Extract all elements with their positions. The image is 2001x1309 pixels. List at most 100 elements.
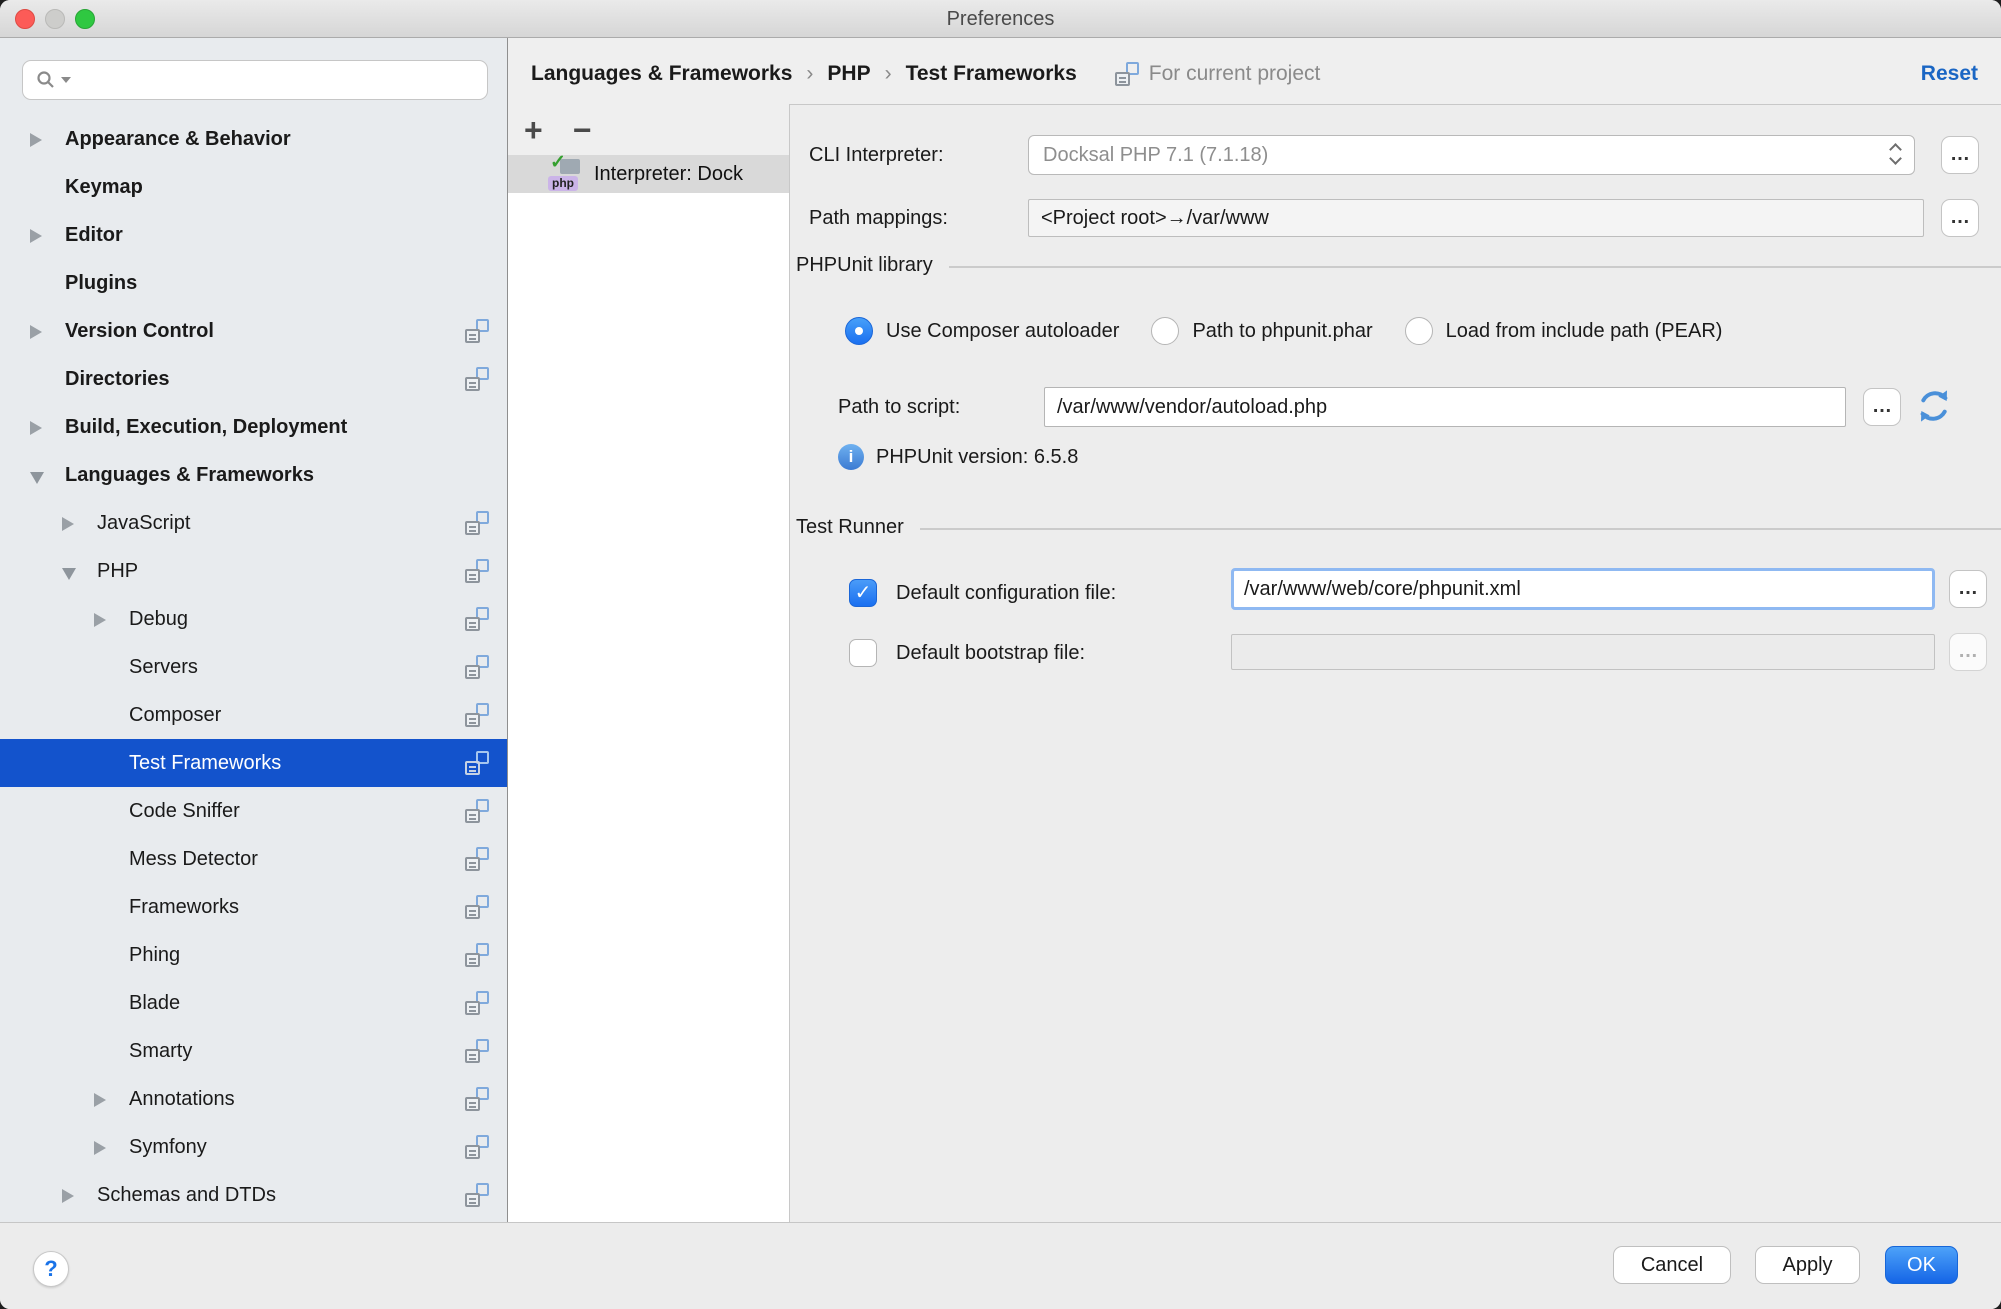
interpreter-item-label: Interpreter: Dock <box>594 163 743 186</box>
sidebar-item-directories[interactable]: Directories <box>0 355 507 403</box>
default-bootstrap-file-label: Default bootstrap file: <box>896 639 1085 667</box>
sidebar-item-composer[interactable]: Composer <box>0 691 507 739</box>
sidebar-item-mess-detector[interactable]: Mess Detector <box>0 835 507 883</box>
sidebar-item-php[interactable]: PHP <box>0 547 507 595</box>
apply-button[interactable]: Apply <box>1755 1246 1860 1284</box>
sidebar-item-frameworks[interactable]: Frameworks <box>0 883 507 931</box>
sidebar-item-label: Appearance & Behavior <box>65 115 291 163</box>
default-bootstrap-file-browse-button[interactable]: … <box>1949 633 1987 671</box>
help-button[interactable]: ? <box>33 1251 69 1287</box>
ok-button[interactable]: OK <box>1885 1246 1958 1284</box>
sidebar-item-annotations[interactable]: Annotations <box>0 1075 507 1123</box>
scope-label: For current project <box>1149 62 1321 86</box>
sidebar-item-label: Languages & Frameworks <box>65 451 314 499</box>
sidebar-item-servers[interactable]: Servers <box>0 643 507 691</box>
phpunit-version-text: PHPUnit version: 6.5.8 <box>876 446 1078 469</box>
radio-load-from-include-path[interactable]: Load from include path (PEAR) <box>1405 317 1723 345</box>
project-scope-icon <box>465 847 489 871</box>
chevron-right-icon[interactable] <box>30 325 42 339</box>
sidebar-item-label: Directories <box>65 355 170 403</box>
interpreter-list-item[interactable]: ✓ php Interpreter: Dock <box>508 155 789 193</box>
sidebar-item-symfony[interactable]: Symfony <box>0 1123 507 1171</box>
radio-use-composer-autoloader[interactable]: Use Composer autoloader <box>845 317 1119 345</box>
chevron-down-icon[interactable] <box>30 472 44 484</box>
sidebar-item-label: JavaScript <box>97 499 190 547</box>
radio-label: Load from include path (PEAR) <box>1446 320 1723 343</box>
sidebar-item-label: Annotations <box>129 1075 235 1123</box>
reset-link[interactable]: Reset <box>1921 62 1978 86</box>
chevron-right-icon[interactable] <box>94 613 106 627</box>
sidebar-item-debug[interactable]: Debug <box>0 595 507 643</box>
search-input[interactable] <box>75 65 487 95</box>
breadcrumb-header: Languages & Frameworks › PHP › Test Fram… <box>508 38 2001 104</box>
sidebar-item-schemas-and-dtds[interactable]: Schemas and DTDs <box>0 1171 507 1219</box>
sidebar-item-label: Smarty <box>129 1027 192 1075</box>
php-badge: php <box>548 176 578 191</box>
sidebar-item-javascript[interactable]: JavaScript <box>0 499 507 547</box>
project-scope-icon <box>1115 62 1139 86</box>
search-options-arrow-icon[interactable] <box>61 76 71 84</box>
path-mappings-field[interactable]: <Project root>→/var/www <box>1028 199 1924 237</box>
breadcrumb-languages-frameworks[interactable]: Languages & Frameworks <box>531 62 792 86</box>
path-to-script-browse-button[interactable]: … <box>1863 388 1901 426</box>
chevron-right-icon[interactable] <box>62 517 74 531</box>
project-scope-icon <box>465 703 489 727</box>
project-scope-icon <box>465 895 489 919</box>
project-scope-icon <box>465 1039 489 1063</box>
chevron-right-icon[interactable] <box>94 1141 106 1155</box>
cli-interpreter-select[interactable]: Docksal PHP 7.1 (7.1.18) <box>1028 135 1915 175</box>
interpreters-panel: + − ✓ php Interpreter: Dock <box>508 104 789 1222</box>
chevron-right-icon[interactable] <box>62 1189 74 1203</box>
sidebar-item-appearance-behavior[interactable]: Appearance & Behavior <box>0 115 507 163</box>
path-to-script-input[interactable] <box>1044 387 1846 427</box>
chevron-right-icon[interactable] <box>30 421 42 435</box>
sidebar-item-label: Schemas and DTDs <box>97 1171 276 1219</box>
reload-phpunit-version-icon[interactable] <box>1914 386 1954 426</box>
sidebar-item-blade[interactable]: Blade <box>0 979 507 1027</box>
path-mappings-browse-button[interactable]: … <box>1941 199 1979 237</box>
radio-path-to-phpunit-phar[interactable]: Path to phpunit.phar <box>1151 317 1372 345</box>
cli-interpreter-value: Docksal PHP 7.1 (7.1.18) <box>1043 136 1268 174</box>
sidebar-item-label: Editor <box>65 211 123 259</box>
phpunit-version-row: i PHPUnit version: 6.5.8 <box>838 443 1078 471</box>
default-configuration-file-input[interactable] <box>1231 568 1935 610</box>
remove-button[interactable]: − <box>573 115 592 145</box>
chevron-right-icon[interactable] <box>94 1093 106 1107</box>
radio-icon[interactable] <box>1151 317 1179 345</box>
default-configuration-file-checkbox[interactable]: ✓ <box>849 579 877 607</box>
default-bootstrap-file-checkbox[interactable] <box>849 639 877 667</box>
stepper-arrows-icon[interactable] <box>1888 142 1904 168</box>
cli-interpreter-browse-button[interactable]: … <box>1941 136 1979 174</box>
search-icon <box>35 69 57 91</box>
radio-icon[interactable] <box>1405 317 1433 345</box>
test-runner-section: Test Runner <box>796 513 2001 541</box>
cancel-button[interactable]: Cancel <box>1613 1246 1731 1284</box>
sidebar-item-label: Plugins <box>65 259 137 307</box>
default-configuration-file-browse-button[interactable]: … <box>1949 570 1987 608</box>
sidebar-item-editor[interactable]: Editor <box>0 211 507 259</box>
chevron-down-icon[interactable] <box>62 568 76 580</box>
path-to-script-label: Path to script: <box>838 387 960 427</box>
sidebar-item-code-sniffer[interactable]: Code Sniffer <box>0 787 507 835</box>
radio-label: Path to phpunit.phar <box>1192 320 1372 343</box>
sidebar-item-version-control[interactable]: Version Control <box>0 307 507 355</box>
sidebar-item-phing[interactable]: Phing <box>0 931 507 979</box>
sidebar-item-plugins[interactable]: Plugins <box>0 259 507 307</box>
radio-selected-icon[interactable] <box>845 317 873 345</box>
chevron-right-icon[interactable] <box>30 229 42 243</box>
chevron-right-icon[interactable] <box>30 133 42 147</box>
breadcrumb-php[interactable]: PHP <box>827 62 870 86</box>
add-button[interactable]: + <box>524 115 543 145</box>
sidebar-item-build-execution-deployment[interactable]: Build, Execution, Deployment <box>0 403 507 451</box>
section-divider <box>920 528 2001 530</box>
breadcrumb-test-frameworks[interactable]: Test Frameworks <box>906 62 1077 86</box>
sidebar-item-label: Servers <box>129 643 198 691</box>
cli-interpreter-label: CLI Interpreter: <box>809 135 944 175</box>
sidebar-item-smarty[interactable]: Smarty <box>0 1027 507 1075</box>
sidebar-item-languages-frameworks[interactable]: Languages & Frameworks <box>0 451 507 499</box>
search-box[interactable] <box>22 60 488 100</box>
sidebar-item-keymap[interactable]: Keymap <box>0 163 507 211</box>
default-configuration-file-label: Default configuration file: <box>896 579 1116 607</box>
default-bootstrap-file-input[interactable] <box>1231 634 1935 670</box>
sidebar-item-test-frameworks[interactable]: Test Frameworks <box>0 739 507 787</box>
